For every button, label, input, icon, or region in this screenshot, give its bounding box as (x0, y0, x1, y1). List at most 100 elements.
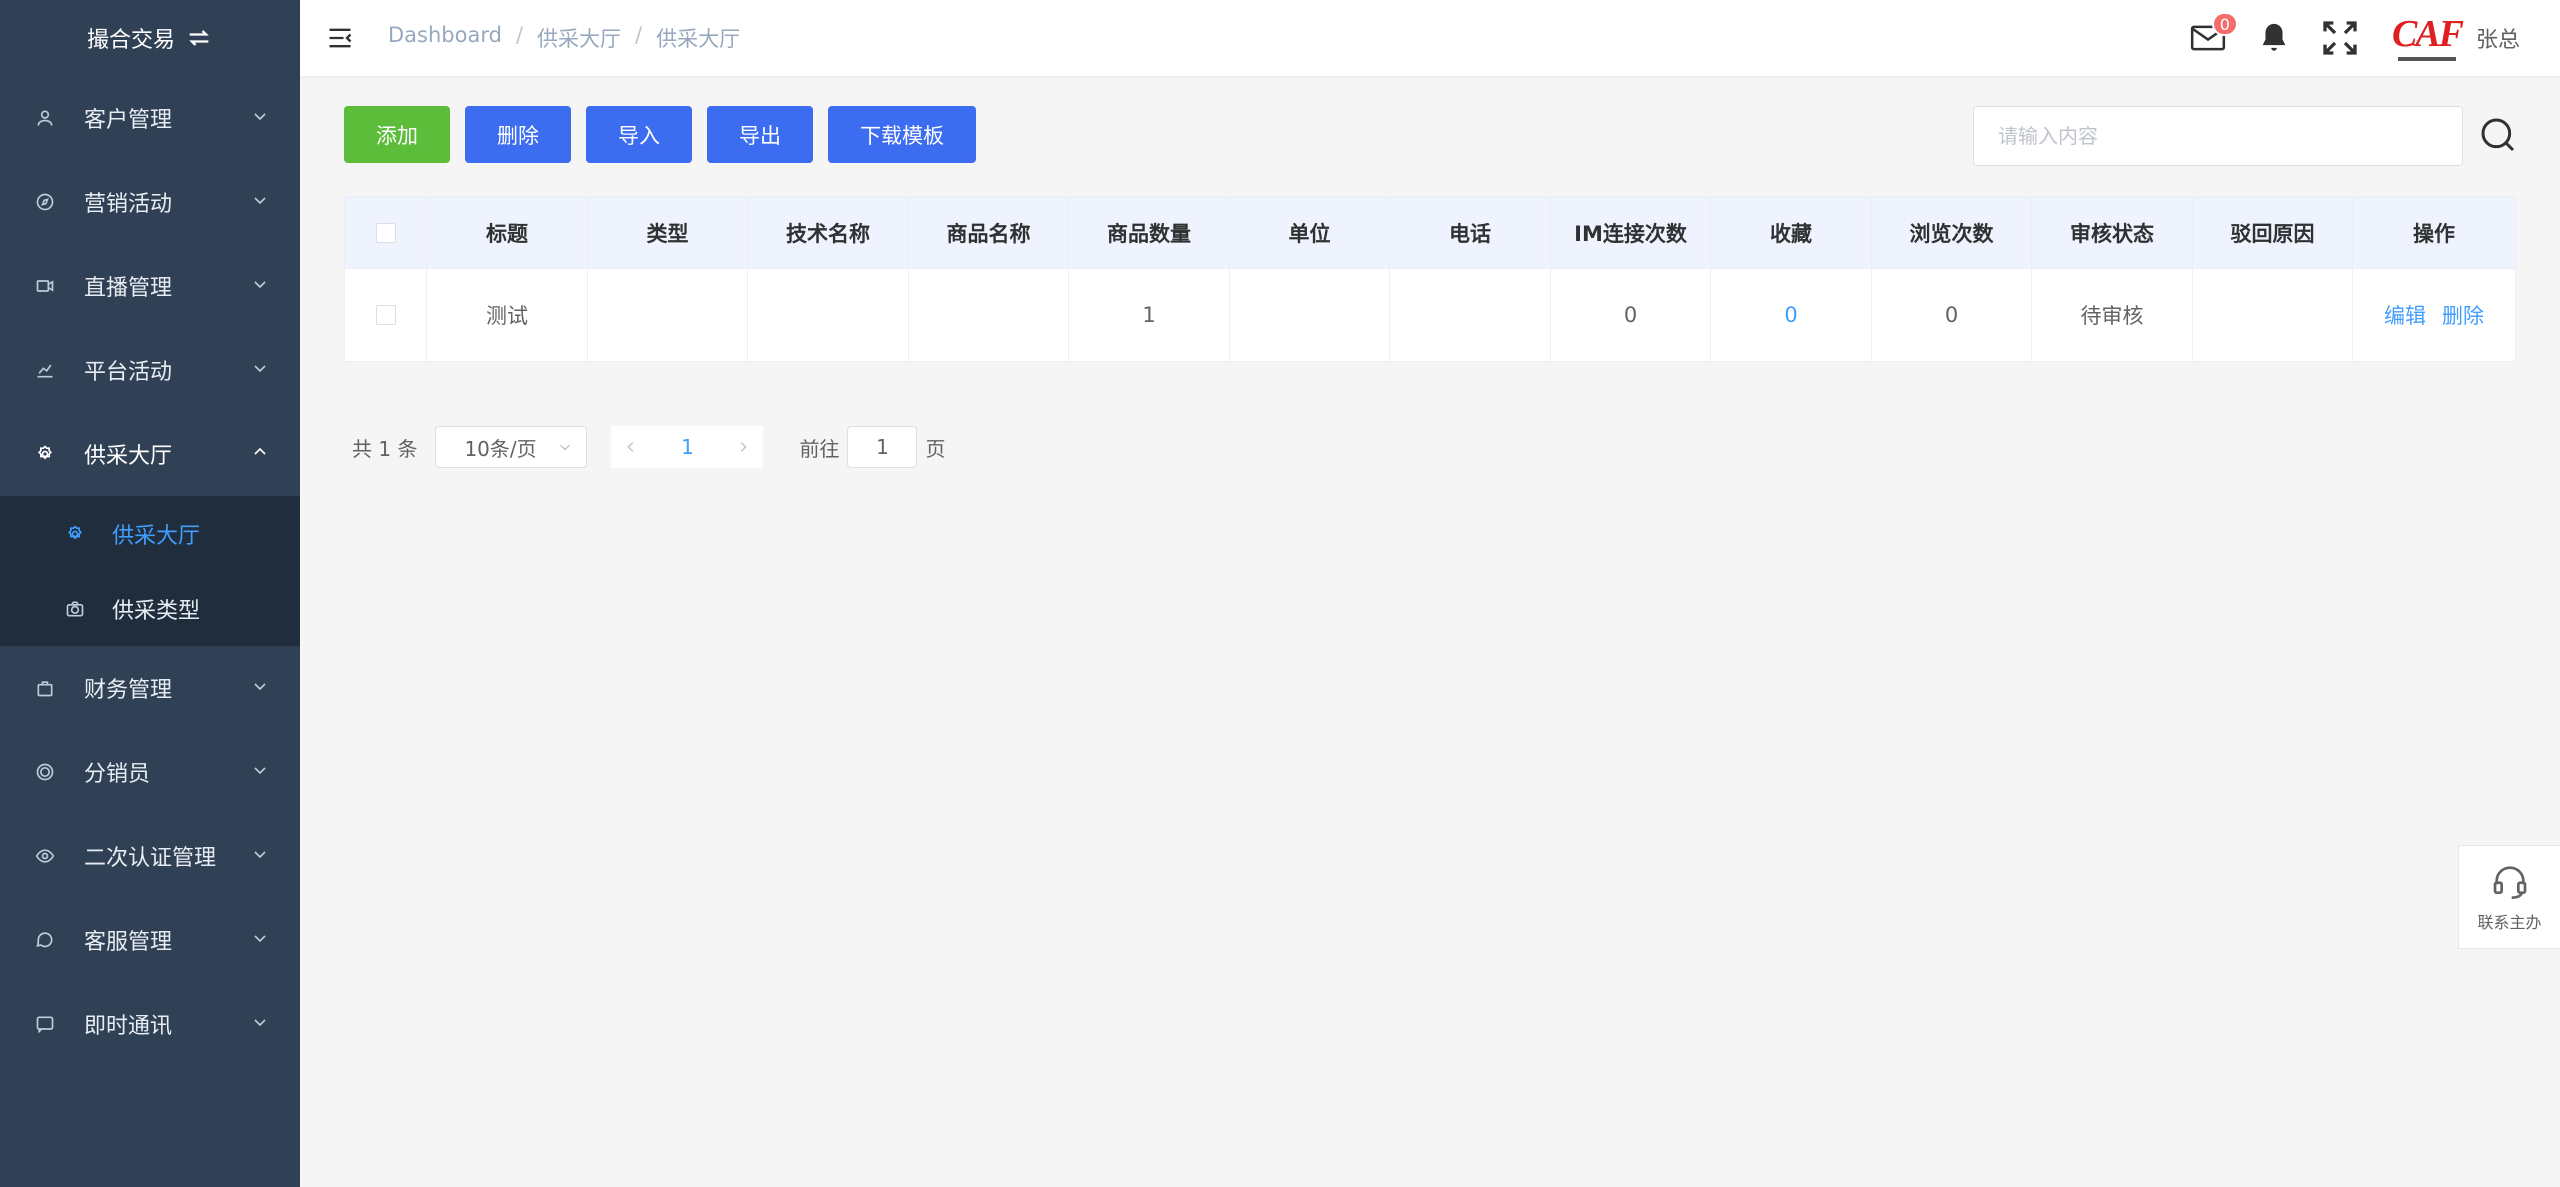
sidebar-item-label: 直播管理 (84, 276, 173, 301)
next-page-button[interactable] (723, 426, 763, 468)
sidebar-item-supply-hall[interactable]: 供采大厅 (0, 412, 300, 496)
chart-icon (34, 359, 56, 381)
row-select-cell (345, 269, 427, 361)
submenu-item-label: 供采大厅 (112, 523, 201, 549)
message-icon (34, 1013, 56, 1035)
sidebar-item-reauth[interactable]: 二次认证管理 (0, 814, 300, 898)
sidebar-item-label: 营销活动 (84, 192, 173, 217)
username[interactable]: 张总 (2476, 22, 2520, 54)
sidebar-item-label: 财务管理 (84, 678, 173, 703)
headset-icon (2493, 866, 2526, 899)
bell-icon (2262, 23, 2286, 51)
page-size-select[interactable]: 10条/页 (435, 426, 588, 468)
notification-button[interactable] (2254, 18, 2294, 58)
sidebar-item-finance[interactable]: 财务管理 (0, 646, 300, 730)
cell-quantity: 1 (1069, 269, 1230, 361)
cell-favorites: 0 (1711, 269, 1872, 361)
cell-unit (1230, 269, 1390, 361)
chevron-down-icon (254, 281, 266, 289)
column-header: 驳回原因 (2193, 197, 2353, 269)
mail-badge: 0 (2211, 12, 2238, 36)
sidebar-item-customers[interactable]: 客户管理 (0, 76, 300, 160)
download-template-button[interactable]: 下载模板 (828, 106, 976, 163)
sidebar-item-platform[interactable]: 平台活动 (0, 328, 300, 412)
column-header: 技术名称 (748, 197, 909, 269)
sidebar-item-im[interactable]: 即时通讯 (0, 982, 300, 1066)
pagination-total: 共 1 条 (352, 436, 418, 461)
edit-link[interactable]: 编辑 (2384, 300, 2426, 330)
column-header: 标题 (427, 197, 588, 269)
chevron-down-icon (254, 197, 266, 205)
submenu-supply-hall: 供采大厅 供采类型 (0, 496, 300, 646)
sidebar-item-label: 客户管理 (84, 108, 173, 133)
sidebar-item-live[interactable]: 直播管理 (0, 244, 300, 328)
submenu-item-supply-type[interactable]: 供采类型 (0, 571, 300, 646)
breadcrumb-item[interactable]: 供采大厅 (537, 23, 621, 53)
chevron-down-icon (560, 444, 571, 451)
sidebar-item-marketing[interactable]: 营销活动 (0, 160, 300, 244)
submenu-item-supply-hall[interactable]: 供采大厅 (0, 496, 300, 571)
contact-organizer-button[interactable]: 联系主办 (2458, 845, 2560, 949)
delete-link[interactable]: 删除 (2442, 300, 2484, 330)
switch-icon[interactable] (185, 24, 213, 52)
mail-button[interactable]: 0 (2188, 12, 2238, 58)
add-button[interactable]: 添加 (344, 106, 450, 163)
delete-button[interactable]: 删除 (465, 106, 571, 163)
column-header: 单位 (1230, 197, 1390, 269)
column-header: 商品数量 (1069, 197, 1230, 269)
chevron-down-icon (254, 767, 266, 775)
cell-tech-name (748, 269, 909, 361)
cell-status: 待审核 (2032, 269, 2193, 361)
breadcrumb-separator: / (635, 23, 643, 47)
contact-label: 联系主办 (2477, 913, 2542, 932)
bag-icon (34, 677, 56, 699)
menu-toggle-icon[interactable] (326, 24, 354, 52)
chat-icon (34, 929, 56, 951)
cell-views: 0 (1872, 269, 2032, 361)
action-toolbar: 添加 删除 导入 导出 下载模板 (344, 106, 976, 163)
eye-icon (34, 845, 56, 867)
sidebar-item-service[interactable]: 客服管理 (0, 898, 300, 982)
export-button[interactable]: 导出 (707, 106, 813, 163)
column-header: IM连接次数 (1551, 197, 1711, 269)
logo-subtitle-bar (2397, 57, 2456, 61)
column-header: 浏览次数 (1872, 197, 2032, 269)
pagination: 共 1 条 10条/页 1 前往 页 (352, 426, 945, 468)
goto-page-input[interactable] (847, 426, 918, 468)
chevron-right-icon (741, 442, 748, 452)
page-navigator: 1 (611, 426, 764, 468)
sidebar-item-distributor[interactable]: 分销员 (0, 730, 300, 814)
sidebar-item-label: 供采大厅 (84, 444, 173, 469)
search-input[interactable] (1973, 106, 2463, 166)
sidebar-item-label: 平台活动 (84, 360, 173, 385)
breadcrumb-item[interactable]: Dashboard (388, 23, 502, 53)
header-actions: 0 CAF 张总 (2162, 0, 2520, 76)
search-icon[interactable] (2478, 115, 2518, 155)
cell-type (588, 269, 748, 361)
import-button[interactable]: 导入 (586, 106, 692, 163)
cell-title: 测试 (427, 269, 588, 361)
sidebar-item-label: 分销员 (84, 762, 151, 787)
breadcrumb-separator: / (515, 23, 524, 47)
cell-phone (1390, 269, 1551, 361)
goto-prefix: 前往 (799, 436, 840, 461)
cell-reject-reason (2193, 269, 2353, 361)
top-header: Dashboard / 供采大厅 / 供采大厅 0 CAF 张总 (300, 0, 2560, 76)
gear-icon (34, 443, 56, 465)
fullscreen-button[interactable] (2320, 18, 2360, 58)
fullscreen-icon (2323, 21, 2357, 55)
brand-title: 撮合交易 (86, 28, 175, 53)
cell-product-name (909, 269, 1069, 361)
goto-suffix: 页 (925, 436, 946, 461)
column-header: 审核状态 (2032, 197, 2193, 269)
sidebar-brand[interactable]: 撮合交易 (0, 0, 300, 76)
page-number[interactable]: 1 (651, 435, 723, 459)
prev-page-button[interactable] (611, 426, 651, 468)
select-all-checkbox[interactable] (375, 222, 396, 243)
video-icon (34, 275, 56, 297)
compass-icon (34, 191, 56, 213)
favorites-link[interactable]: 0 (1784, 303, 1797, 327)
cell-im-count: 0 (1551, 269, 1711, 361)
row-checkbox[interactable] (375, 305, 396, 325)
cell-actions: 编辑 删除 (2353, 269, 2515, 361)
